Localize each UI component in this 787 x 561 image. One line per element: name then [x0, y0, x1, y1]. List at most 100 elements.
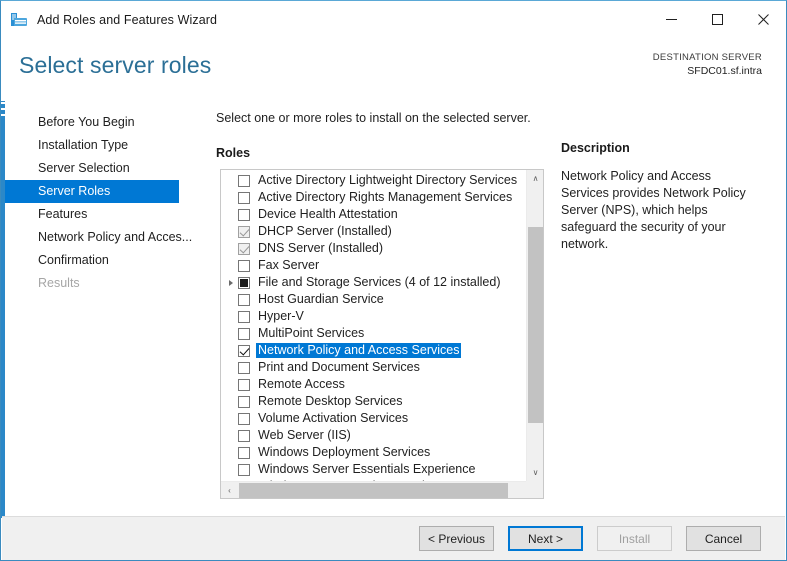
- sidebar-item-before-you-begin[interactable]: Before You Begin: [5, 111, 205, 134]
- close-button[interactable]: [740, 1, 786, 37]
- role-label: Print and Document Services: [258, 360, 420, 374]
- role-checkbox-unchecked[interactable]: [238, 259, 250, 272]
- role-row[interactable]: Host Guardian Service: [221, 291, 523, 308]
- wizard-window: Add Roles and Features Wizard Select ser…: [0, 0, 787, 561]
- next-button[interactable]: Next >: [508, 526, 583, 551]
- vertical-scrollbar[interactable]: ∧ ∨: [526, 170, 543, 481]
- scroll-down-icon[interactable]: ∨: [527, 464, 543, 481]
- scroll-up-icon[interactable]: ∧: [527, 170, 543, 187]
- role-checkbox-unchecked[interactable]: [238, 293, 250, 306]
- role-checkbox-unchecked[interactable]: [238, 191, 250, 204]
- sidebar-item-server-selection[interactable]: Server Selection: [5, 157, 205, 180]
- role-label: DNS Server (Installed): [258, 241, 384, 255]
- role-row[interactable]: Remote Access: [221, 376, 523, 393]
- role-label: Device Health Attestation: [258, 207, 398, 221]
- vertical-scrollbar-thumb[interactable]: [528, 227, 543, 423]
- role-checkbox-installed[interactable]: [238, 242, 250, 255]
- expander-chevron-right-icon[interactable]: [224, 274, 238, 291]
- role-label: File and Storage Services (4 of 12 insta…: [258, 275, 501, 289]
- role-checkbox-partial[interactable]: [238, 276, 250, 289]
- role-label: Host Guardian Service: [258, 292, 384, 306]
- sidebar-item-network-policy-and-acces[interactable]: Network Policy and Acces...: [5, 226, 205, 249]
- sidebar-item-features[interactable]: Features: [5, 203, 205, 226]
- cancel-button[interactable]: Cancel: [686, 526, 761, 551]
- page-title: Select server roles: [19, 52, 212, 78]
- role-checkbox-unchecked[interactable]: [238, 208, 250, 221]
- page-header: Select server roles DESTINATION SERVER S…: [1, 38, 786, 101]
- role-row[interactable]: Remote Desktop Services: [221, 393, 523, 410]
- role-checkbox-unchecked[interactable]: [238, 446, 250, 459]
- role-checkbox-unchecked[interactable]: [238, 412, 250, 425]
- role-row[interactable]: Print and Document Services: [221, 359, 523, 376]
- sidebar-item-confirmation[interactable]: Confirmation: [5, 249, 205, 272]
- intro-text: Select one or more roles to install on t…: [216, 111, 531, 125]
- role-row[interactable]: Active Directory Lightweight Directory S…: [221, 172, 523, 189]
- window-title: Add Roles and Features Wizard: [37, 12, 218, 27]
- minimize-button[interactable]: [648, 1, 694, 37]
- role-checkbox-unchecked[interactable]: [238, 310, 250, 323]
- role-row[interactable]: Fax Server: [221, 257, 523, 274]
- horizontal-scrollbar-thumb[interactable]: [239, 483, 508, 498]
- role-row[interactable]: Windows Deployment Services: [221, 444, 523, 461]
- roles-list: Active Directory Lightweight Directory S…: [221, 172, 523, 495]
- scroll-left-icon[interactable]: ‹: [221, 482, 238, 498]
- role-checkbox-checked[interactable]: [238, 344, 250, 357]
- role-row[interactable]: Volume Activation Services: [221, 410, 523, 427]
- scrollbar-corner: [526, 481, 543, 498]
- role-label: Remote Access: [258, 377, 345, 391]
- horizontal-scrollbar[interactable]: ‹ ›: [221, 481, 543, 498]
- role-label: Remote Desktop Services: [258, 394, 403, 408]
- role-label: MultiPoint Services: [258, 326, 365, 340]
- role-checkbox-unchecked[interactable]: [238, 327, 250, 340]
- role-label: Network Policy and Access Services: [256, 343, 462, 358]
- role-row[interactable]: Web Server (IIS): [221, 427, 523, 444]
- sidebar-item-installation-type[interactable]: Installation Type: [5, 134, 205, 157]
- role-checkbox-unchecked[interactable]: [238, 429, 250, 442]
- description-body: Network Policy and Access Services provi…: [561, 169, 746, 251]
- role-label: DHCP Server (Installed): [258, 224, 392, 238]
- previous-button[interactable]: < Previous: [419, 526, 494, 551]
- role-row[interactable]: DHCP Server (Installed): [221, 223, 523, 240]
- destination-server-block: DESTINATION SERVER SFDC01.sf.intra: [653, 52, 762, 77]
- role-checkbox-unchecked[interactable]: [238, 463, 250, 476]
- role-row[interactable]: Active Directory Rights Management Servi…: [221, 189, 523, 206]
- destination-server-name: SFDC01.sf.intra: [687, 65, 762, 77]
- sidebar-item-server-roles[interactable]: Server Roles: [5, 180, 179, 203]
- role-row[interactable]: File and Storage Services (4 of 12 insta…: [221, 274, 523, 291]
- roles-listbox[interactable]: Active Directory Lightweight Directory S…: [220, 169, 544, 499]
- maximize-button[interactable]: [694, 1, 740, 37]
- role-checkbox-unchecked[interactable]: [238, 378, 250, 391]
- role-label: Web Server (IIS): [258, 428, 351, 442]
- role-row[interactable]: Hyper-V: [221, 308, 523, 325]
- role-row[interactable]: MultiPoint Services: [221, 325, 523, 342]
- role-row[interactable]: Network Policy and Access Services: [221, 342, 523, 359]
- role-label: Volume Activation Services: [258, 411, 409, 425]
- role-checkbox-unchecked[interactable]: [238, 174, 250, 187]
- content-area: Select one or more roles to install on t…: [216, 111, 556, 499]
- role-row[interactable]: Windows Server Essentials Experience: [221, 461, 523, 478]
- role-checkbox-installed[interactable]: [238, 225, 250, 238]
- role-row[interactable]: DNS Server (Installed): [221, 240, 523, 257]
- description-pane: Description Network Policy and Access Se…: [561, 141, 771, 253]
- sidebar-item-results: Results: [38, 276, 80, 290]
- role-checkbox-unchecked[interactable]: [238, 395, 250, 408]
- role-checkbox-unchecked[interactable]: [238, 361, 250, 374]
- role-row[interactable]: Device Health Attestation: [221, 206, 523, 223]
- window-controls: [648, 1, 786, 37]
- role-label: Active Directory Rights Management Servi…: [258, 190, 513, 204]
- roles-label: Roles: [216, 146, 251, 160]
